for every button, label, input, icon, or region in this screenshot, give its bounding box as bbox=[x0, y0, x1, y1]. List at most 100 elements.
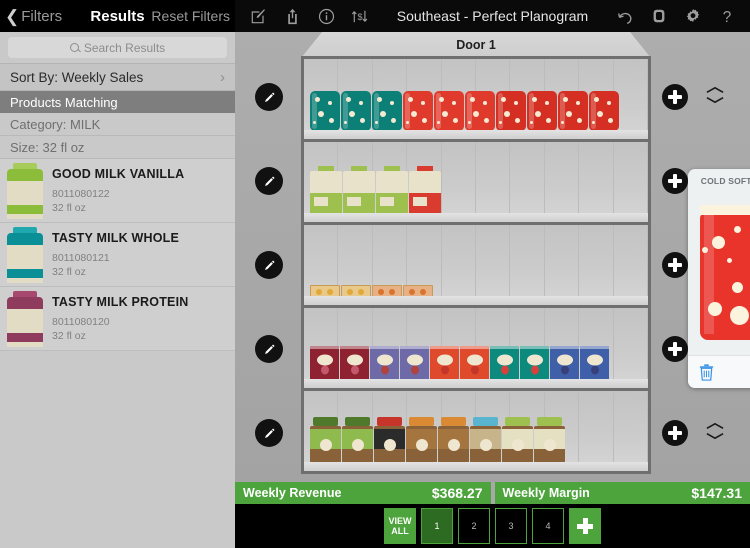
edit-icon[interactable] bbox=[241, 0, 275, 32]
shelf-product-can[interactable] bbox=[496, 91, 526, 131]
shelf-row[interactable] bbox=[304, 391, 648, 471]
sort-by-row[interactable]: Sort By: Weekly Sales › bbox=[0, 63, 235, 91]
shelf-product-box[interactable] bbox=[550, 346, 579, 380]
edit-shelf-button[interactable] bbox=[255, 251, 283, 279]
shelf-edit-button-column bbox=[255, 32, 305, 482]
shelf-product-can[interactable] bbox=[310, 91, 340, 131]
shelf-row[interactable] bbox=[304, 308, 648, 391]
shelf-row[interactable] bbox=[304, 142, 648, 225]
shelf-product-box[interactable] bbox=[520, 346, 549, 380]
weekly-revenue-value: $368.27 bbox=[431, 485, 483, 501]
products-matching-header: Products Matching bbox=[0, 91, 235, 113]
app-root: ❮ Filters Results Reset Filters Search R… bbox=[0, 0, 750, 548]
shelf-product-bottle[interactable] bbox=[343, 166, 375, 214]
resize-handle-icon[interactable] bbox=[704, 422, 726, 445]
shelf-items bbox=[310, 91, 642, 131]
shelf-product-can[interactable] bbox=[372, 91, 402, 131]
shelf-product-can[interactable] bbox=[589, 91, 619, 131]
add-door-button[interactable] bbox=[569, 508, 601, 544]
shelf-items bbox=[310, 346, 642, 380]
page-button[interactable]: 3 bbox=[495, 508, 527, 544]
edit-shelf-button[interactable] bbox=[255, 419, 283, 447]
search-placeholder: Search Results bbox=[83, 40, 166, 55]
shelf-row[interactable] bbox=[304, 225, 648, 308]
shelf-product-bottle[interactable] bbox=[310, 166, 342, 214]
product-results-list: GOOD MILK VANILLA 8011080122 32 fl oz TASTY… bbox=[0, 159, 235, 351]
settings-icon[interactable] bbox=[676, 0, 710, 32]
add-product-button[interactable] bbox=[662, 252, 688, 278]
search-icon bbox=[69, 43, 79, 52]
product-info: TASTY MILK PROTEIN 8011080120 32 fl oz bbox=[52, 295, 188, 342]
shelf-product-can[interactable] bbox=[465, 91, 495, 131]
svg-text:?: ? bbox=[723, 8, 732, 25]
shelf-product-can[interactable] bbox=[434, 91, 464, 131]
shelf-product-jar[interactable] bbox=[310, 417, 341, 463]
shelf-product-can[interactable] bbox=[558, 91, 588, 131]
weekly-revenue-stat: Weekly Revenue $368.27 bbox=[235, 482, 491, 504]
shelf-container bbox=[301, 56, 651, 474]
shelf-product-can[interactable] bbox=[341, 91, 371, 131]
help-icon[interactable]: ? bbox=[710, 0, 744, 32]
edit-shelf-button[interactable] bbox=[255, 167, 283, 195]
view-all-label-line2: ALL bbox=[391, 526, 409, 536]
page-button[interactable]: 2 bbox=[458, 508, 490, 544]
list-item[interactable]: TASTY MILK PROTEIN 8011080120 32 fl oz bbox=[0, 287, 235, 351]
view-all-button[interactable]: VIEW ALL bbox=[384, 508, 416, 544]
shelf-product-box[interactable] bbox=[340, 346, 369, 380]
shelf-product-box[interactable] bbox=[430, 346, 459, 380]
pencil-icon bbox=[264, 175, 275, 186]
product-thumbnail bbox=[6, 162, 44, 219]
product-thumbnail bbox=[6, 290, 44, 347]
can-highlight bbox=[704, 214, 714, 334]
shelf-product-jar[interactable] bbox=[502, 417, 533, 463]
add-product-button[interactable] bbox=[662, 168, 688, 194]
filter-chip-size[interactable]: Size: 32 fl oz bbox=[0, 136, 235, 159]
product-upc: 8011080121 bbox=[52, 252, 110, 264]
shelf-product-box[interactable] bbox=[370, 346, 399, 380]
edit-shelf-button[interactable] bbox=[255, 83, 283, 111]
door-label: Door 1 bbox=[456, 38, 496, 52]
info-icon[interactable] bbox=[309, 0, 343, 32]
shelf-product-box[interactable] bbox=[580, 346, 609, 380]
weekly-margin-value: $147.31 bbox=[691, 485, 742, 501]
filter-chip-category[interactable]: Category: MILK bbox=[0, 113, 235, 136]
shelf-product-box[interactable] bbox=[310, 346, 339, 380]
shelf-product-jar[interactable] bbox=[438, 417, 469, 463]
shelf-product-jar[interactable] bbox=[342, 417, 373, 463]
shelf-product-can[interactable] bbox=[403, 91, 433, 131]
shelf-product-bottle[interactable] bbox=[409, 166, 441, 214]
shelf-product-bottle[interactable] bbox=[376, 166, 408, 214]
shelf-product-box[interactable] bbox=[400, 346, 429, 380]
shelf-product-box[interactable] bbox=[490, 346, 519, 380]
sort-icon[interactable]: $ bbox=[343, 0, 377, 32]
shelf-product-box[interactable] bbox=[460, 346, 489, 380]
resize-handle-icon[interactable] bbox=[704, 86, 726, 109]
search-input[interactable]: Search Results bbox=[8, 37, 227, 58]
filters-back-button[interactable]: ❮ Filters bbox=[0, 8, 62, 25]
shelf-product-jar[interactable] bbox=[374, 417, 405, 463]
shelf-product-jar[interactable] bbox=[406, 417, 437, 463]
shelf-controls bbox=[662, 420, 726, 446]
filters-back-label: Filters bbox=[21, 7, 63, 25]
shelf-product-can[interactable] bbox=[527, 91, 557, 131]
share-icon[interactable] bbox=[275, 0, 309, 32]
edit-shelf-button[interactable] bbox=[255, 335, 283, 363]
undo-icon[interactable] bbox=[608, 0, 642, 32]
sort-by-label: Sort By: Weekly Sales bbox=[10, 69, 144, 85]
add-product-button[interactable] bbox=[662, 336, 688, 362]
shape-icon[interactable] bbox=[642, 0, 676, 32]
list-item[interactable]: GOOD MILK VANILLA 8011080122 32 fl oz bbox=[0, 159, 235, 223]
list-item[interactable]: TASTY MILK WHOLE 8011080121 32 fl oz bbox=[0, 223, 235, 287]
shelf-product-jar[interactable] bbox=[534, 417, 565, 463]
shelf-row[interactable] bbox=[304, 59, 648, 142]
product-detail-popup: COLD SOFT DRINKS / IMMEDIATE CONSUMPTION… bbox=[688, 169, 750, 388]
add-product-button[interactable] bbox=[662, 420, 688, 446]
soda-can-illustration bbox=[700, 205, 750, 340]
add-product-button[interactable] bbox=[662, 84, 688, 110]
planogram-stage: Door 1 COLD SOFT DRINKS / IMMEDIATE CONS… bbox=[235, 32, 750, 482]
reset-filters-button[interactable]: Reset Filters bbox=[151, 8, 235, 24]
shelf-product-jar[interactable] bbox=[470, 417, 501, 463]
page-button[interactable]: 4 bbox=[532, 508, 564, 544]
page-button[interactable]: 1 bbox=[421, 508, 453, 544]
trash-icon[interactable] bbox=[698, 363, 715, 382]
